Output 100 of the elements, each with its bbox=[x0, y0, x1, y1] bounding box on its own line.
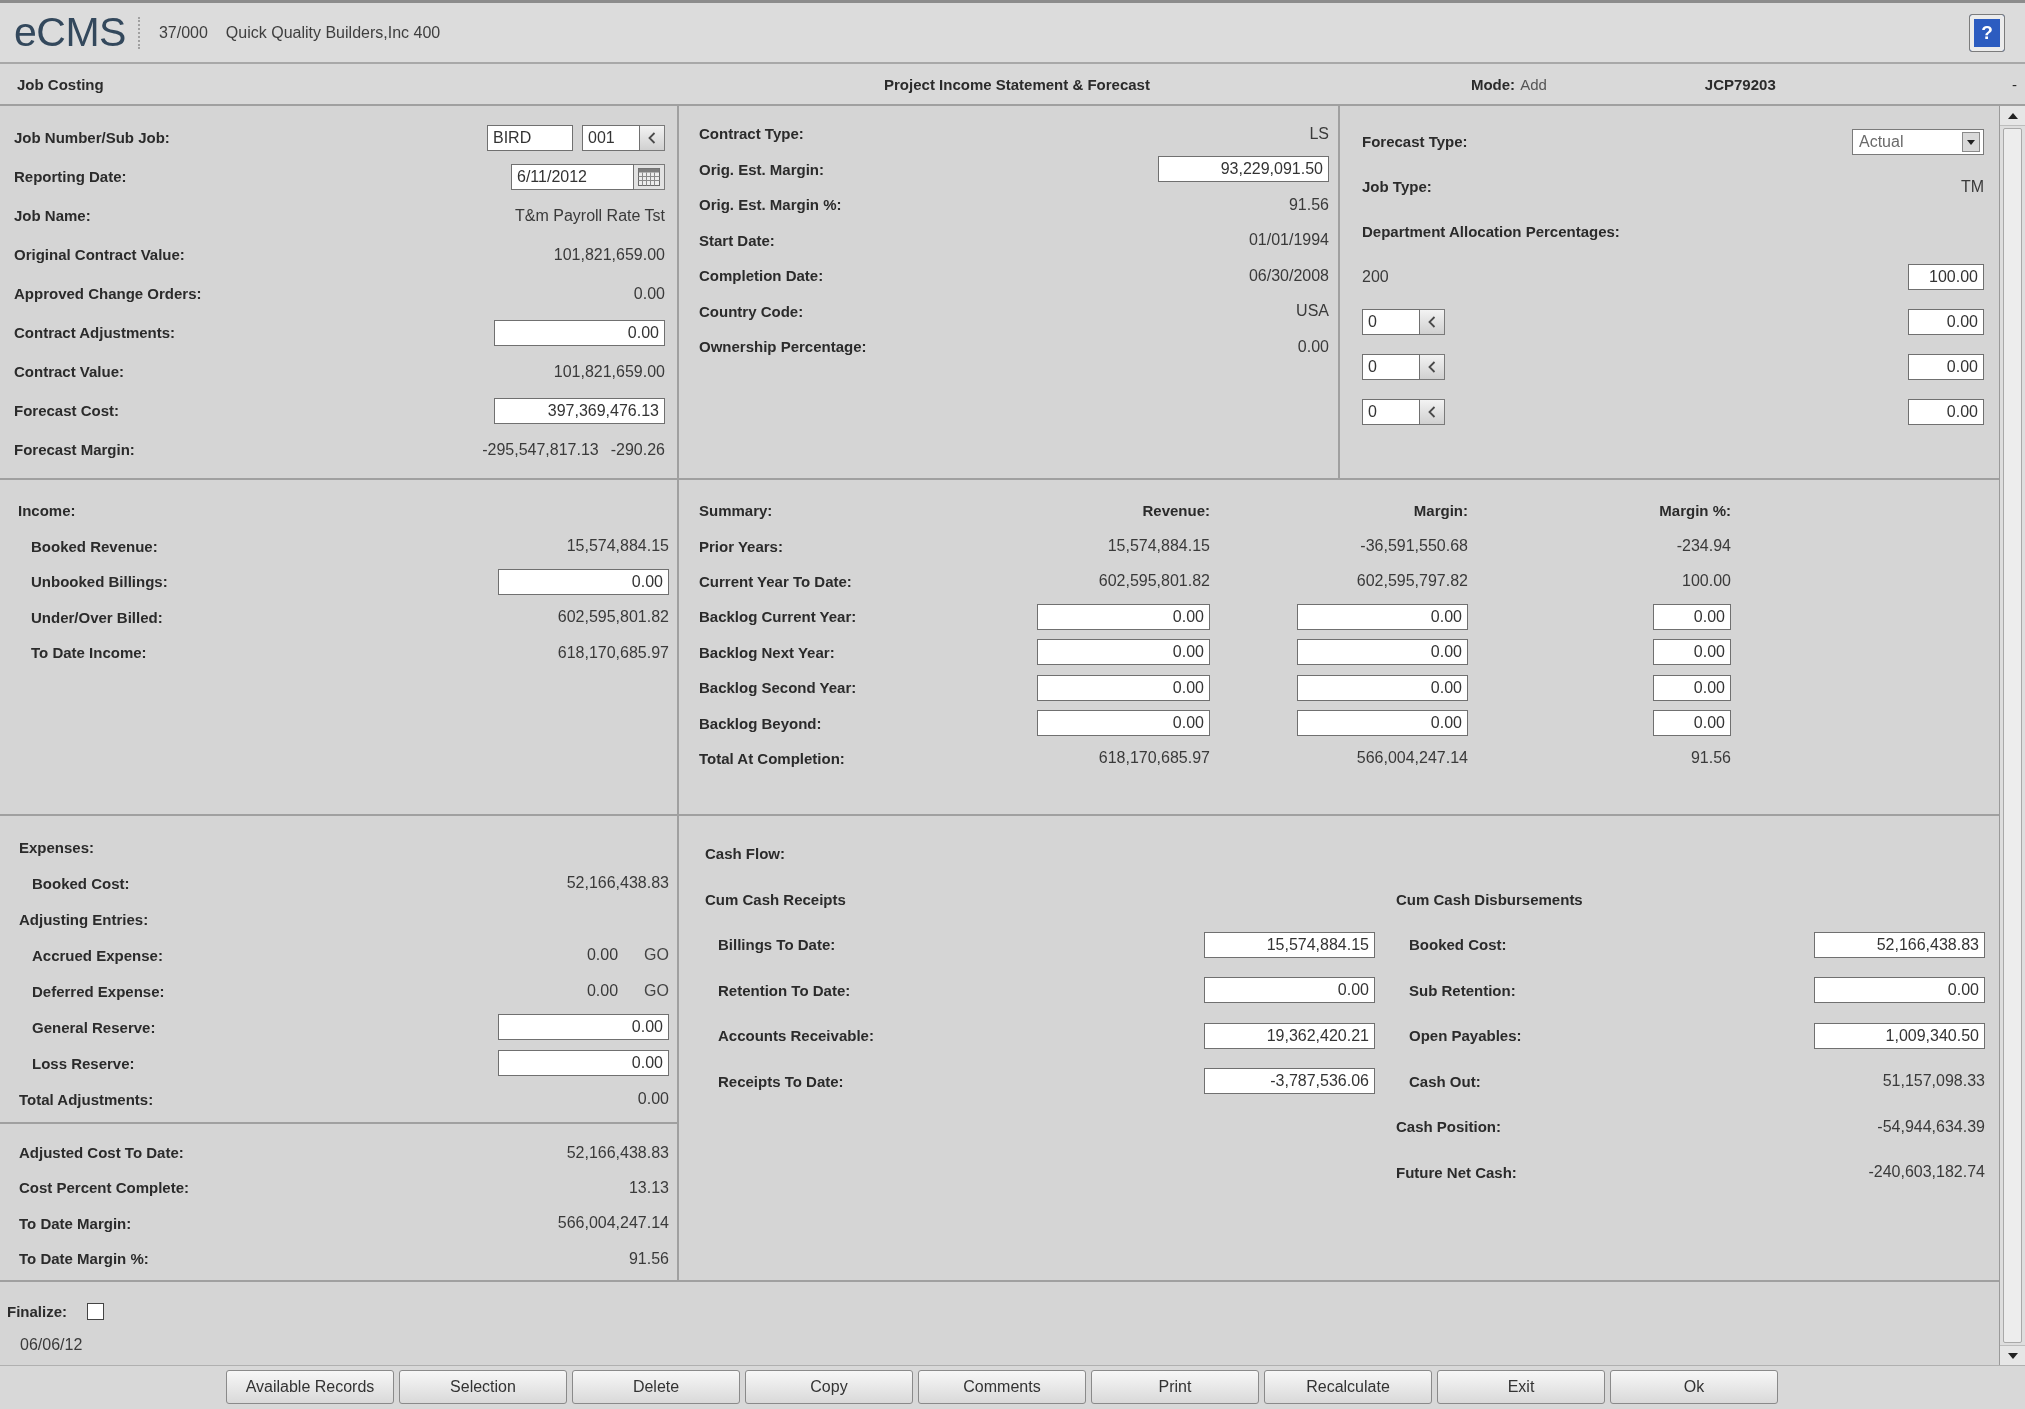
input-field[interactable]: 0.00 bbox=[1908, 353, 1984, 380]
field-value: -290.26 bbox=[610, 440, 665, 459]
action-button[interactable]: Exit bbox=[1437, 1370, 1605, 1404]
input-field[interactable]: 15,574,884.15 bbox=[1204, 931, 1375, 958]
lookup-button[interactable] bbox=[1420, 308, 1445, 335]
input-field[interactable]: 001 bbox=[582, 124, 640, 151]
caret-down-icon bbox=[1962, 131, 1980, 152]
field-label: Approved Change Orders: bbox=[14, 285, 202, 302]
action-button[interactable]: Copy bbox=[745, 1370, 913, 1404]
input-field[interactable]: 0.00 bbox=[1653, 674, 1731, 701]
scrollbar-thumb[interactable] bbox=[2003, 128, 2022, 1343]
field-label: Unbooked Billings: bbox=[31, 573, 168, 591]
scrollbar[interactable] bbox=[1999, 106, 2025, 1365]
field-value: 91.56 bbox=[628, 1249, 669, 1268]
field-value: 52,166,438.83 bbox=[566, 1143, 669, 1162]
field-label: Backlog Second Year: bbox=[699, 679, 858, 697]
calendar-icon bbox=[638, 167, 660, 186]
action-button[interactable]: Delete bbox=[572, 1370, 740, 1404]
field-label: Cash Out: bbox=[1409, 1072, 1481, 1090]
input-field[interactable]: 0.00 bbox=[1037, 603, 1210, 630]
group-heading: Cum Cash Receipts bbox=[705, 890, 846, 908]
lookup-button[interactable] bbox=[1420, 398, 1445, 425]
input-field[interactable]: -3,787,536.06 bbox=[1204, 1068, 1375, 1095]
field-label: Start Date: bbox=[699, 231, 775, 249]
action-button[interactable]: Available Records bbox=[226, 1370, 394, 1404]
input-field[interactable]: 0.00 bbox=[1814, 977, 1985, 1004]
input-field[interactable]: 397,369,476.13 bbox=[494, 397, 665, 424]
program-code: JCP79203 bbox=[1704, 75, 1776, 93]
scroll-down-button[interactable] bbox=[2000, 1345, 2025, 1365]
field-value: 15,574,884.15 bbox=[566, 537, 669, 556]
group-heading: Adjusting Entries: bbox=[19, 910, 149, 928]
action-button[interactable]: Print bbox=[1091, 1370, 1259, 1404]
field-value: -295,547,817.13 bbox=[482, 440, 599, 459]
field-value: T&m Payroll Rate Tst bbox=[515, 206, 665, 225]
field-value: USA bbox=[1296, 302, 1329, 321]
input-field[interactable]: 0.00 bbox=[1653, 710, 1731, 737]
calendar-button[interactable] bbox=[634, 163, 665, 190]
input-field[interactable]: 0.00 bbox=[1037, 639, 1210, 666]
field-value: 06/30/2008 bbox=[1248, 266, 1329, 285]
input-field[interactable]: 100.00 bbox=[1908, 263, 1984, 290]
input-field[interactable]: 0 bbox=[1362, 308, 1420, 335]
company-code: 37/000 bbox=[158, 23, 208, 42]
input-field[interactable]: 1,009,340.50 bbox=[1814, 1022, 1985, 1049]
help-button[interactable]: ? bbox=[1969, 13, 2005, 52]
input-field[interactable]: 0.00 bbox=[1908, 398, 1984, 425]
input-field[interactable]: 0.00 bbox=[1653, 603, 1731, 630]
input-field[interactable]: 0.00 bbox=[498, 1050, 669, 1076]
action-button[interactable]: Comments bbox=[918, 1370, 1086, 1404]
field-value: -36,591,550.68 bbox=[1359, 537, 1468, 556]
input-field[interactable]: BIRD bbox=[487, 124, 573, 151]
field-label: Ownership Percentage: bbox=[699, 338, 867, 356]
input-field[interactable]: 0.00 bbox=[1037, 710, 1210, 737]
input-field[interactable]: 0.00 bbox=[1653, 639, 1731, 666]
caret-down-icon bbox=[2007, 1352, 2018, 1359]
field-label: Finalize: bbox=[7, 1302, 67, 1320]
lookup-button[interactable] bbox=[640, 124, 665, 151]
dropdown[interactable]: Actual bbox=[1852, 128, 1984, 155]
action-button[interactable]: Recalculate bbox=[1264, 1370, 1432, 1404]
input-field[interactable]: 0 bbox=[1362, 398, 1420, 425]
field-label: Retention To Date: bbox=[718, 981, 851, 999]
field-label: Forecast Type: bbox=[1362, 133, 1468, 150]
input-field[interactable]: 0.00 bbox=[1204, 977, 1375, 1004]
input-field[interactable]: 0.00 bbox=[494, 319, 665, 346]
field-label: Loss Reserve: bbox=[32, 1054, 135, 1072]
action-button[interactable]: Selection bbox=[399, 1370, 567, 1404]
action-button[interactable]: Ok bbox=[1610, 1370, 1778, 1404]
input-field[interactable]: 0.00 bbox=[1297, 603, 1468, 630]
input-field[interactable]: 6/11/2012 bbox=[511, 163, 634, 190]
input-field[interactable]: 0.00 bbox=[1908, 308, 1984, 335]
input-field[interactable]: 52,166,438.83 bbox=[1814, 931, 1985, 958]
input-field[interactable]: 0.00 bbox=[1297, 639, 1468, 666]
input-field[interactable]: 0.00 bbox=[498, 1014, 669, 1040]
input-field[interactable]: 93,229,091.50 bbox=[1158, 156, 1329, 183]
input-field[interactable]: 0 bbox=[1362, 353, 1420, 380]
field-value: 91.56 bbox=[1689, 749, 1731, 768]
field-value: TM bbox=[1960, 177, 1984, 196]
input-field[interactable]: 0.00 bbox=[498, 568, 669, 595]
field-label: Contract Adjustments: bbox=[14, 324, 176, 341]
go-link[interactable]: GO bbox=[644, 982, 669, 1000]
field-value: 0.00 bbox=[637, 1090, 669, 1108]
input-field[interactable]: 0.00 bbox=[1037, 674, 1210, 701]
column-header: Margin %: bbox=[1658, 502, 1731, 520]
field-value: 0.00 bbox=[586, 982, 619, 1000]
input-field[interactable]: 0.00 bbox=[1297, 674, 1468, 701]
field-label: Forecast Margin: bbox=[14, 441, 135, 458]
field-label: Accounts Receivable: bbox=[718, 1027, 874, 1045]
field-label: Total At Completion: bbox=[699, 749, 846, 767]
input-field[interactable]: 19,362,420.21 bbox=[1204, 1022, 1375, 1049]
input-field[interactable]: 0.00 bbox=[1297, 710, 1468, 737]
chevron-left-icon bbox=[1428, 405, 1436, 418]
field-label: Reporting Date: bbox=[14, 168, 127, 185]
checkbox[interactable] bbox=[87, 1302, 104, 1320]
column-header: Margin: bbox=[1412, 502, 1468, 520]
lookup-button[interactable] bbox=[1420, 353, 1445, 380]
scroll-up-button[interactable] bbox=[2000, 106, 2025, 126]
field-label: Current Year To Date: bbox=[699, 572, 853, 590]
field-label: Receipts To Date: bbox=[718, 1072, 844, 1090]
field-value: 602,595,801.82 bbox=[1097, 572, 1210, 591]
go-link[interactable]: GO bbox=[644, 946, 669, 964]
company-name: Quick Quality Builders,Inc 400 bbox=[225, 23, 441, 42]
